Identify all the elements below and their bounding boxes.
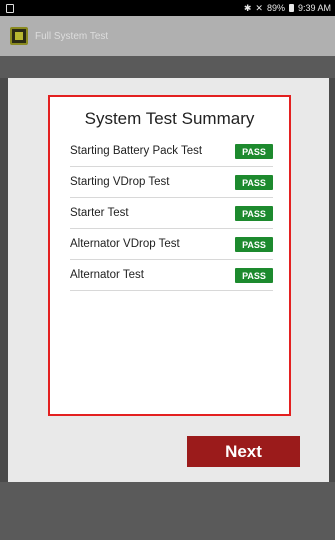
- app-icon-inner: [15, 32, 23, 40]
- app-title: Full System Test: [35, 30, 109, 42]
- test-name: Starting Battery Pack Test: [70, 145, 203, 157]
- battery-icon: [288, 4, 294, 12]
- app-icon[interactable]: [10, 27, 28, 45]
- test-name: Alternator VDrop Test: [70, 238, 180, 250]
- app-bar: Full System Test: [0, 16, 335, 56]
- status-bar-right: ✱ ✕ 89% 9:39 AM: [244, 3, 331, 14]
- test-row: Starting Battery Pack Test PASS: [70, 139, 273, 167]
- app-bar-strip: [0, 56, 335, 78]
- status-bar-left: [6, 3, 14, 13]
- test-row: Alternator Test PASS: [70, 263, 273, 291]
- clock: 9:39 AM: [297, 3, 331, 13]
- test-row: Starter Test PASS: [70, 201, 273, 229]
- bluetooth-icon: ✱: [243, 2, 252, 13]
- test-row: Alternator VDrop Test PASS: [70, 232, 273, 260]
- battery-level: 89%: [266, 3, 285, 13]
- test-name: Starter Test: [70, 207, 129, 219]
- signal-off-icon: ✕: [255, 2, 263, 13]
- pass-badge: PASS: [235, 206, 273, 221]
- next-button[interactable]: Next: [187, 436, 300, 467]
- status-bar: ✱ ✕ 89% 9:39 AM: [0, 0, 335, 16]
- main-content: System Test Summary Starting Battery Pac…: [8, 78, 329, 482]
- summary-title: System Test Summary: [84, 109, 255, 128]
- test-row: Starting VDrop Test PASS: [70, 170, 273, 198]
- pass-badge: PASS: [235, 268, 273, 283]
- bottom-bar: [0, 482, 335, 540]
- test-name: Starting VDrop Test: [70, 176, 170, 188]
- test-name: Alternator Test: [70, 269, 144, 281]
- pass-badge: PASS: [235, 237, 273, 252]
- sim-icon: [6, 3, 14, 13]
- summary-card: System Test Summary Starting Battery Pac…: [48, 95, 291, 416]
- pass-badge: PASS: [235, 175, 273, 190]
- pass-badge: PASS: [235, 144, 273, 159]
